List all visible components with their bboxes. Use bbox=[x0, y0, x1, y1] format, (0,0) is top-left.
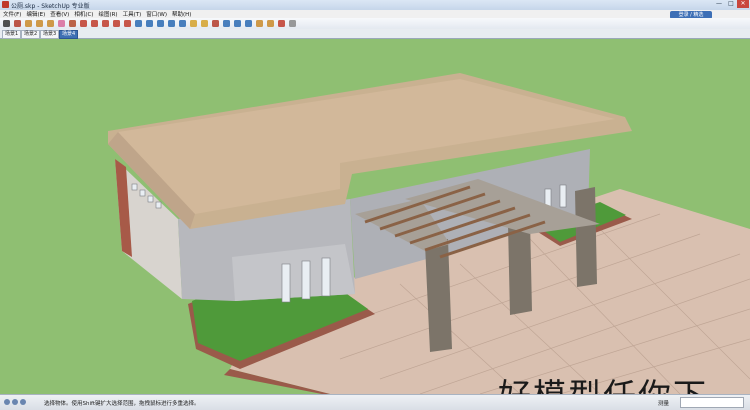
credits-icon[interactable] bbox=[12, 399, 18, 405]
minimize-button[interactable]: — bbox=[713, 0, 725, 8]
close-button[interactable]: ✕ bbox=[737, 0, 749, 8]
zoom-extents-icon[interactable] bbox=[178, 19, 187, 28]
position-camera-icon[interactable] bbox=[233, 19, 242, 28]
line-pencil-icon[interactable] bbox=[13, 19, 22, 28]
sketchup-app-icon bbox=[2, 1, 9, 8]
circle-icon[interactable] bbox=[35, 19, 44, 28]
extension-icon[interactable] bbox=[277, 19, 286, 28]
help-icon[interactable] bbox=[20, 399, 26, 405]
geo-location-icon[interactable] bbox=[4, 399, 10, 405]
modeling-viewport[interactable]: 好模型任你下 bbox=[0, 39, 750, 394]
scale-icon[interactable] bbox=[123, 19, 132, 28]
building-model-render bbox=[0, 39, 750, 394]
style-icon[interactable] bbox=[288, 19, 297, 28]
measurements-input[interactable] bbox=[680, 397, 744, 408]
scene-tab-3[interactable]: 场景3 bbox=[40, 30, 60, 39]
watermark-text: 好模型任你下 bbox=[498, 369, 708, 394]
paint-bucket-icon[interactable] bbox=[68, 19, 77, 28]
status-message: 选择物体。使用Shift键扩大选择范围，拖拽鼠标进行多重选择。 bbox=[44, 401, 200, 407]
text-tool-icon[interactable] bbox=[200, 19, 209, 28]
scene-tab-4[interactable]: 场景4 bbox=[59, 30, 79, 39]
vertical-windows bbox=[281, 257, 331, 303]
pergola-column-rear-right bbox=[575, 187, 597, 287]
eraser-icon[interactable] bbox=[57, 19, 66, 28]
zoom-icon[interactable] bbox=[156, 19, 165, 28]
rotate-icon[interactable] bbox=[101, 19, 110, 28]
measurements-label: 测量 bbox=[658, 401, 670, 407]
look-around-icon[interactable] bbox=[244, 19, 253, 28]
walk-icon[interactable] bbox=[222, 19, 231, 28]
polygon-icon[interactable] bbox=[46, 19, 55, 28]
orbit-icon[interactable] bbox=[134, 19, 143, 28]
warehouse-icon[interactable] bbox=[266, 19, 275, 28]
scene-tab-2[interactable]: 场景2 bbox=[21, 30, 41, 39]
offset-icon[interactable] bbox=[112, 19, 121, 28]
zoom-window-icon[interactable] bbox=[167, 19, 176, 28]
move-icon[interactable] bbox=[90, 19, 99, 28]
menu-bar: 文件(F) 编辑(E) 查看(V) 相机(C) 绘图(R) 工具(T) 窗口(W) 帮助(H) bbox=[0, 10, 750, 18]
push-pull-icon[interactable] bbox=[79, 19, 88, 28]
status-bar: 选择物体。使用Shift键扩大选择范围，拖拽鼠标进行多重选择。 测量 bbox=[0, 394, 750, 410]
components-icon[interactable] bbox=[255, 19, 264, 28]
select-arrow-icon[interactable] bbox=[2, 19, 11, 28]
scene-tab-1[interactable]: 场景1 bbox=[2, 30, 22, 39]
scene-tabs-bar: 场景1 场景2 场景3 场景4 bbox=[0, 29, 750, 39]
pan-icon[interactable] bbox=[145, 19, 154, 28]
axes-icon[interactable] bbox=[211, 19, 220, 28]
maximize-button[interactable]: □ bbox=[725, 0, 737, 8]
status-icons bbox=[4, 399, 28, 407]
tape-measure-icon[interactable] bbox=[189, 19, 198, 28]
rectangle-icon[interactable] bbox=[24, 19, 33, 28]
window-title: 公厕.skp - SketchUp 专业版 bbox=[11, 3, 90, 10]
